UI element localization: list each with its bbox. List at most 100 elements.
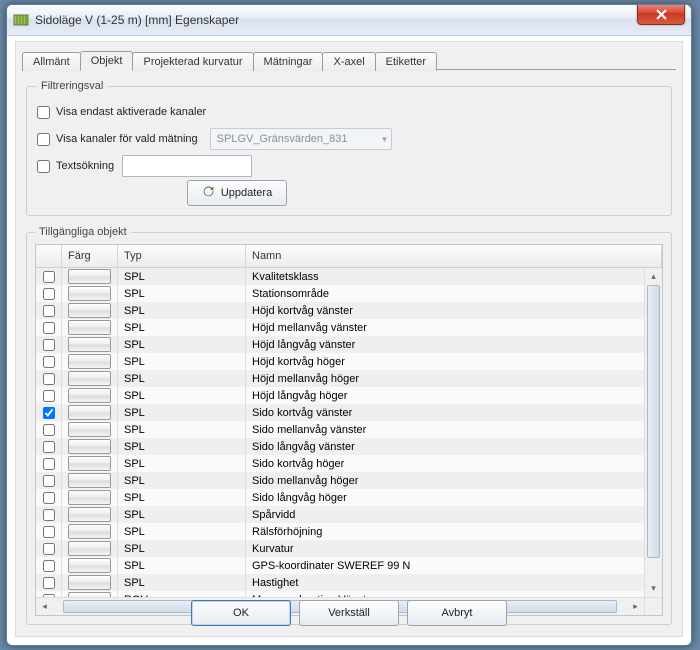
measurement-combo[interactable]: SPLGV_Gränsvärden_831 ▾ [210, 128, 392, 150]
row-checkbox[interactable] [43, 594, 55, 598]
scroll-up-icon[interactable]: ▴ [646, 268, 661, 285]
color-swatch[interactable] [68, 439, 111, 454]
checkbox-textsearch[interactable] [37, 160, 50, 173]
scroll-thumb[interactable] [647, 285, 660, 558]
table-row[interactable]: SPLHöjd mellanvåg höger [36, 370, 645, 387]
row-checkbox[interactable] [43, 390, 55, 402]
row-name: Sido långvåg höger [246, 489, 645, 506]
table-row[interactable]: SPLSpårvidd [36, 506, 645, 523]
chevron-down-icon: ▾ [382, 134, 387, 145]
row-name: Höjd mellanvåg höger [246, 370, 645, 387]
row-checkbox[interactable] [43, 288, 55, 300]
update-button-label: Uppdatera [221, 187, 272, 199]
row-checkbox[interactable] [43, 526, 55, 538]
color-swatch[interactable] [68, 473, 111, 488]
table-row[interactable]: SPLHöjd långvåg höger [36, 387, 645, 404]
row-type: SPL [118, 421, 246, 438]
row-checkbox[interactable] [43, 492, 55, 504]
scroll-track[interactable] [646, 285, 661, 580]
tab-projekterad-kurvatur[interactable]: Projekterad kurvatur [132, 52, 253, 71]
table-row[interactable]: ROVMax acceleration Vänster [36, 591, 645, 597]
row-name: Höjd kortvåg vänster [246, 302, 645, 319]
row-checkbox[interactable] [43, 322, 55, 334]
table-row[interactable]: SPLSido långvåg vänster [36, 438, 645, 455]
row-name: Stationsområde [246, 285, 645, 302]
color-swatch[interactable] [68, 269, 111, 284]
checkbox-enabled-channels[interactable] [37, 106, 50, 119]
checkbox-for-selected[interactable] [37, 133, 50, 146]
cancel-button[interactable]: Avbryt [407, 600, 507, 626]
color-swatch[interactable] [68, 286, 111, 301]
table-row[interactable]: SPLSido mellanvåg vänster [36, 421, 645, 438]
ok-button[interactable]: OK [191, 600, 291, 626]
tab-allmänt[interactable]: Allmänt [22, 52, 81, 71]
color-swatch[interactable] [68, 490, 111, 505]
color-swatch[interactable] [68, 303, 111, 318]
header-type[interactable]: Typ [118, 245, 246, 267]
color-swatch[interactable] [68, 405, 111, 420]
table-row[interactable]: SPLSido mellanvåg höger [36, 472, 645, 489]
row-type: SPL [118, 370, 246, 387]
color-swatch[interactable] [68, 456, 111, 471]
textsearch-input[interactable] [122, 155, 252, 177]
color-swatch[interactable] [68, 575, 111, 590]
table-row[interactable]: SPLSido kortvåg vänster [36, 404, 645, 421]
table-row[interactable]: SPLStationsområde [36, 285, 645, 302]
measurement-combo-value: SPLGV_Gränsvärden_831 [217, 133, 348, 145]
update-button[interactable]: Uppdatera [187, 180, 287, 206]
tab-etiketter[interactable]: Etiketter [375, 52, 437, 71]
color-swatch[interactable] [68, 354, 111, 369]
table-row[interactable]: SPLSido kortvåg höger [36, 455, 645, 472]
row-checkbox[interactable] [43, 509, 55, 521]
color-swatch[interactable] [68, 320, 111, 335]
table-row[interactable]: SPLSido långvåg höger [36, 489, 645, 506]
row-checkbox[interactable] [43, 424, 55, 436]
table-row[interactable]: SPLKurvatur [36, 540, 645, 557]
color-swatch[interactable] [68, 592, 111, 597]
row-checkbox[interactable] [43, 305, 55, 317]
row-type: SPL [118, 285, 246, 302]
header-name[interactable]: Namn [246, 245, 662, 267]
row-name: Höjd långvåg vänster [246, 336, 645, 353]
header-color[interactable]: Färg [62, 245, 118, 267]
row-checkbox[interactable] [43, 339, 55, 351]
row-checkbox[interactable] [43, 356, 55, 368]
color-swatch[interactable] [68, 541, 111, 556]
color-swatch[interactable] [68, 388, 111, 403]
color-swatch[interactable] [68, 371, 111, 386]
row-checkbox[interactable] [43, 271, 55, 283]
table-row[interactable]: SPLRälsförhöjning [36, 523, 645, 540]
row-checkbox[interactable] [43, 458, 55, 470]
row-checkbox[interactable] [43, 543, 55, 555]
row-checkbox[interactable] [43, 441, 55, 453]
color-swatch[interactable] [68, 507, 111, 522]
color-swatch[interactable] [68, 337, 111, 352]
row-name: Sido kortvåg vänster [246, 404, 645, 421]
color-swatch[interactable] [68, 558, 111, 573]
tab-mätningar[interactable]: Mätningar [253, 52, 324, 71]
row-checkbox[interactable] [43, 475, 55, 487]
table-row[interactable]: SPLHöjd kortvåg vänster [36, 302, 645, 319]
table-row[interactable]: SPLHastighet [36, 574, 645, 591]
close-button[interactable] [637, 4, 685, 25]
table-row[interactable]: SPLGPS-koordinater SWEREF 99 N [36, 557, 645, 574]
vertical-scrollbar[interactable]: ▴ ▾ [644, 268, 662, 597]
tab-objekt[interactable]: Objekt [80, 51, 134, 71]
row-name: Höjd mellanvåg vänster [246, 319, 645, 336]
table-row[interactable]: SPLHöjd långvåg vänster [36, 336, 645, 353]
scroll-down-icon[interactable]: ▾ [646, 580, 661, 597]
row-checkbox[interactable] [43, 373, 55, 385]
color-swatch[interactable] [68, 422, 111, 437]
row-checkbox[interactable] [43, 407, 55, 419]
apply-button[interactable]: Verkställ [299, 600, 399, 626]
row-checkbox[interactable] [43, 560, 55, 572]
tab-x-axel[interactable]: X-axel [322, 52, 375, 71]
table-row[interactable]: SPLHöjd kortvåg höger [36, 353, 645, 370]
table-row[interactable]: SPLKvalitetsklass [36, 268, 645, 285]
table-row[interactable]: SPLHöjd mellanvåg vänster [36, 319, 645, 336]
titlebar[interactable]: Sidoläge V (1-25 m) [mm] Egenskaper [7, 5, 691, 36]
header-check[interactable] [36, 245, 62, 267]
filter-legend: Filtreringsval [37, 80, 107, 92]
row-checkbox[interactable] [43, 577, 55, 589]
color-swatch[interactable] [68, 524, 111, 539]
